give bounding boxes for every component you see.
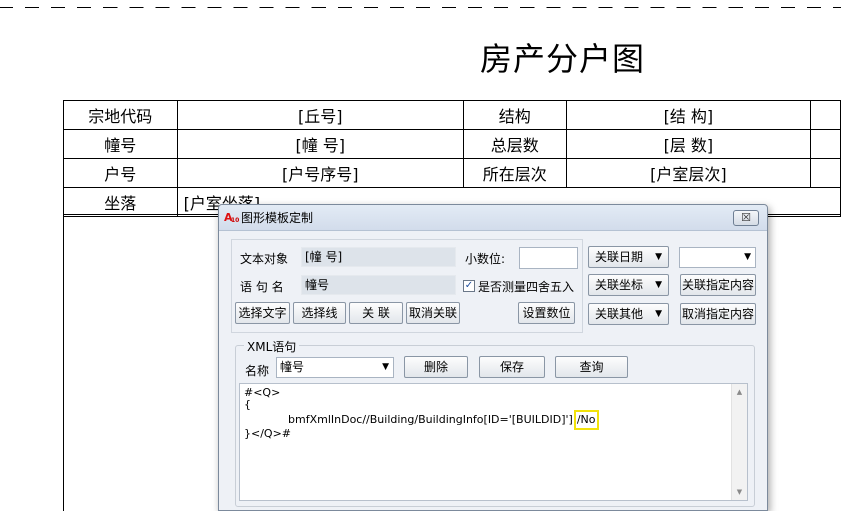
scroll-down-icon[interactable]: ▼ xyxy=(732,485,747,499)
table-cell: 结构 xyxy=(462,100,567,130)
scroll-up-icon[interactable]: ▲ xyxy=(732,385,747,399)
decimals-input[interactable] xyxy=(519,247,578,269)
round-checkbox-label: 是否测量四舍五入 xyxy=(478,280,575,294)
vertical-scrollbar[interactable]: ▲ ▼ xyxy=(731,384,747,500)
table-cell: 总层数 xyxy=(462,129,567,159)
table-cell: [层 数] xyxy=(565,129,812,159)
associate-date-button[interactable]: 关联日期 ▼ xyxy=(588,246,669,268)
xml-highlighted-field: /No xyxy=(573,410,599,430)
statement-name-field[interactable]: 幢号 xyxy=(301,275,456,295)
xml-line: #<Q> xyxy=(244,386,281,399)
cancel-specified-button[interactable]: 取消指定内容 xyxy=(680,303,756,325)
associate-coordinate-label: 关联坐标 xyxy=(595,278,644,292)
table-cell: 宗地代码 xyxy=(63,100,178,130)
set-decimals-button[interactable]: 设置数位 xyxy=(518,302,575,324)
template-dialog: A 10 图形模板定制 ☒ 文本对象 [幢 号] 小数位: 语 句 名 幢号 ✓ … xyxy=(218,204,768,511)
xml-path-text: bmfXmlInDoc//Building/BuildingInfo[ID='[… xyxy=(288,413,573,426)
table-cell: [丘号] xyxy=(176,100,464,130)
xml-group-label: XML语句 xyxy=(244,338,300,355)
table-cell: [幢 号] xyxy=(176,129,464,159)
dropdown-arrow-icon: ▼ xyxy=(655,309,662,319)
associate-other-label: 关联其他 xyxy=(595,307,644,321)
table-cell: [户室层次] xyxy=(565,158,812,188)
associate-other-button[interactable]: 关联其他 ▼ xyxy=(588,303,669,325)
decimals-label: 小数位: xyxy=(465,252,506,266)
dropdown-arrow-icon: ▼ xyxy=(655,252,662,262)
associate-button[interactable]: 关 联 xyxy=(349,302,403,324)
property-info-table: 宗地代码 [丘号] 结构 [结 构] 幢号 [幢 号] 总层数 [层 数] 户号… xyxy=(63,100,841,217)
select-line-button[interactable]: 选择线 xyxy=(293,302,346,324)
dialog-title: 图形模板定制 xyxy=(241,211,314,225)
table-cell xyxy=(810,158,841,188)
autocad-icon: A 10 xyxy=(224,210,240,224)
xml-editor[interactable]: #<Q> { bmfXmlInDoc//Building/BuildingInf… xyxy=(239,383,748,501)
round-checkbox[interactable]: ✓ xyxy=(463,280,475,292)
associate-specified-button[interactable]: 关联指定内容 xyxy=(680,274,756,296)
text-object-label: 文本对象 xyxy=(240,252,289,266)
page-dashed-border xyxy=(0,7,841,8)
xml-name-label: 名称 xyxy=(245,364,270,378)
table-row: 幢号 [幢 号] 总层数 [层 数] xyxy=(63,129,841,159)
dropdown-arrow-icon: ▼ xyxy=(655,280,662,290)
location-label-cell: 坐落 xyxy=(63,187,178,217)
close-icon[interactable]: ☒ xyxy=(733,210,759,226)
save-button[interactable]: 保存 xyxy=(479,356,545,378)
text-object-field[interactable]: [幢 号] xyxy=(301,247,456,267)
table-cell xyxy=(810,100,841,130)
table-row: 户号 [户号序号] 所在层次 [户室层次] xyxy=(63,158,841,188)
statement-name-label: 语 句 名 xyxy=(240,280,284,294)
table-cell: 所在层次 xyxy=(462,158,567,188)
dialog-titlebar[interactable]: A 10 图形模板定制 xyxy=(219,205,767,231)
associate-date-label: 关联日期 xyxy=(595,250,644,264)
query-button[interactable]: 查询 xyxy=(555,356,628,378)
table-cell: [户号序号] xyxy=(176,158,464,188)
chevron-down-icon: ▼ xyxy=(744,252,751,262)
associate-coordinate-button[interactable]: 关联坐标 ▼ xyxy=(588,274,669,296)
cancel-association-button[interactable]: 取消关联 xyxy=(406,302,460,324)
xml-name-value: 幢号 xyxy=(280,360,305,374)
table-row: 宗地代码 [丘号] 结构 [结 构] xyxy=(63,100,841,130)
document-title: 房产分户图 xyxy=(480,40,646,78)
table-cell xyxy=(810,129,841,159)
date-combo[interactable]: ▼ xyxy=(679,247,756,268)
table-cell: [结 构] xyxy=(565,100,812,130)
select-text-button[interactable]: 选择文字 xyxy=(235,302,290,324)
xml-name-select[interactable]: 幢号 ▼ xyxy=(276,357,394,378)
table-cell: 户号 xyxy=(63,158,178,188)
chevron-down-icon: ▼ xyxy=(382,362,389,372)
table-cell: 幢号 xyxy=(63,129,178,159)
xml-line: bmfXmlInDoc//Building/BuildingInfo[ID='[… xyxy=(244,410,743,430)
delete-button[interactable]: 删除 xyxy=(404,356,468,378)
